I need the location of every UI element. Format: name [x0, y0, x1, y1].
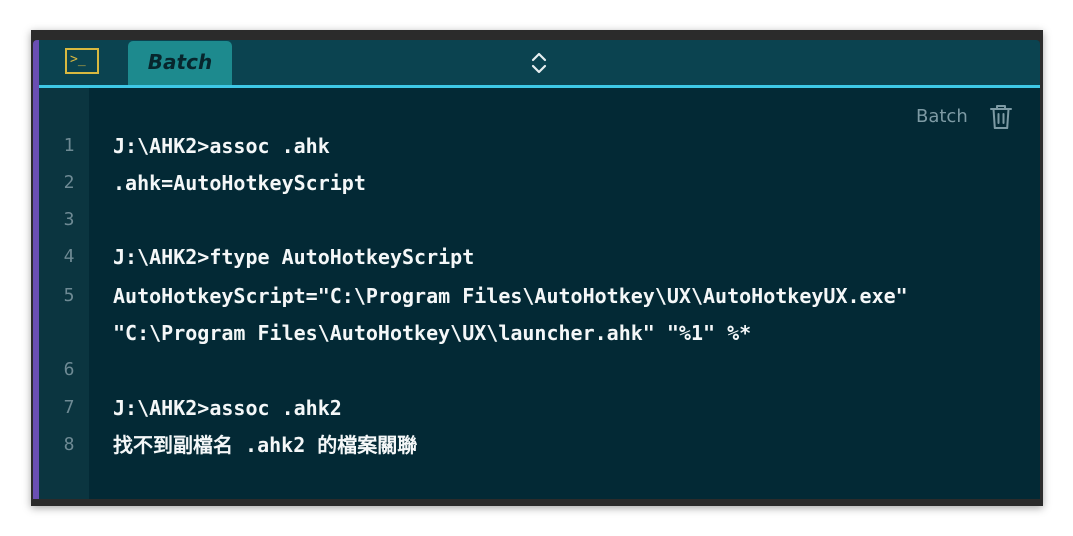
line-text: AutoHotkeyScript="C:\Program Files\AutoH…	[113, 284, 908, 308]
code-line: 5 AutoHotkeyScript="C:\Program Files\Aut…	[39, 280, 1040, 312]
language-label: Batch	[916, 106, 968, 127]
window-frame: >_ Batch Batch 1 J:\AHK2>assoc .ahk 2 .a…	[31, 30, 1043, 506]
line-number: 2	[63, 172, 75, 193]
line-number: 8	[63, 434, 75, 455]
line-number: 1	[63, 135, 75, 156]
line-text: "C:\Program Files\AutoHotkey\UX\launcher…	[113, 321, 752, 345]
terminal-icon[interactable]: >_	[65, 48, 99, 74]
tab-bar: >_ Batch	[39, 40, 1040, 85]
code-block: >_ Batch Batch 1 J:\AHK2>assoc .ahk 2 .a…	[33, 40, 1040, 499]
chevron-up-down-icon[interactable]	[529, 50, 549, 76]
code-line: 8 找不到副檔名 .ahk2 的檔案關聯	[39, 429, 1040, 461]
line-text: 找不到副檔名 .ahk2 的檔案關聯	[113, 433, 418, 457]
code-line: 6	[39, 354, 1040, 386]
line-text: .ahk=AutoHotkeyScript	[113, 171, 366, 195]
line-number: 3	[63, 209, 75, 230]
code-line: 2 .ahk=AutoHotkeyScript	[39, 167, 1040, 199]
trash-icon[interactable]	[989, 104, 1013, 130]
code-line: 1 J:\AHK2>assoc .ahk	[39, 130, 1040, 162]
line-text: J:\AHK2>assoc .ahk	[113, 134, 330, 158]
line-number: 4	[63, 246, 75, 267]
line-number: 6	[63, 359, 75, 380]
code-line: 3	[39, 204, 1040, 236]
line-number: 7	[63, 397, 75, 418]
line-number: 5	[63, 285, 75, 306]
code-line: 7 J:\AHK2>assoc .ahk2	[39, 392, 1040, 424]
line-text: J:\AHK2>assoc .ahk2	[113, 396, 342, 420]
tab-batch[interactable]: Batch	[128, 41, 232, 85]
line-text: J:\AHK2>ftype AutoHotkeyScript	[113, 245, 475, 269]
code-line: 4 J:\AHK2>ftype AutoHotkeyScript	[39, 241, 1040, 273]
code-line-continuation: "C:\Program Files\AutoHotkey\UX\launcher…	[39, 317, 1040, 349]
